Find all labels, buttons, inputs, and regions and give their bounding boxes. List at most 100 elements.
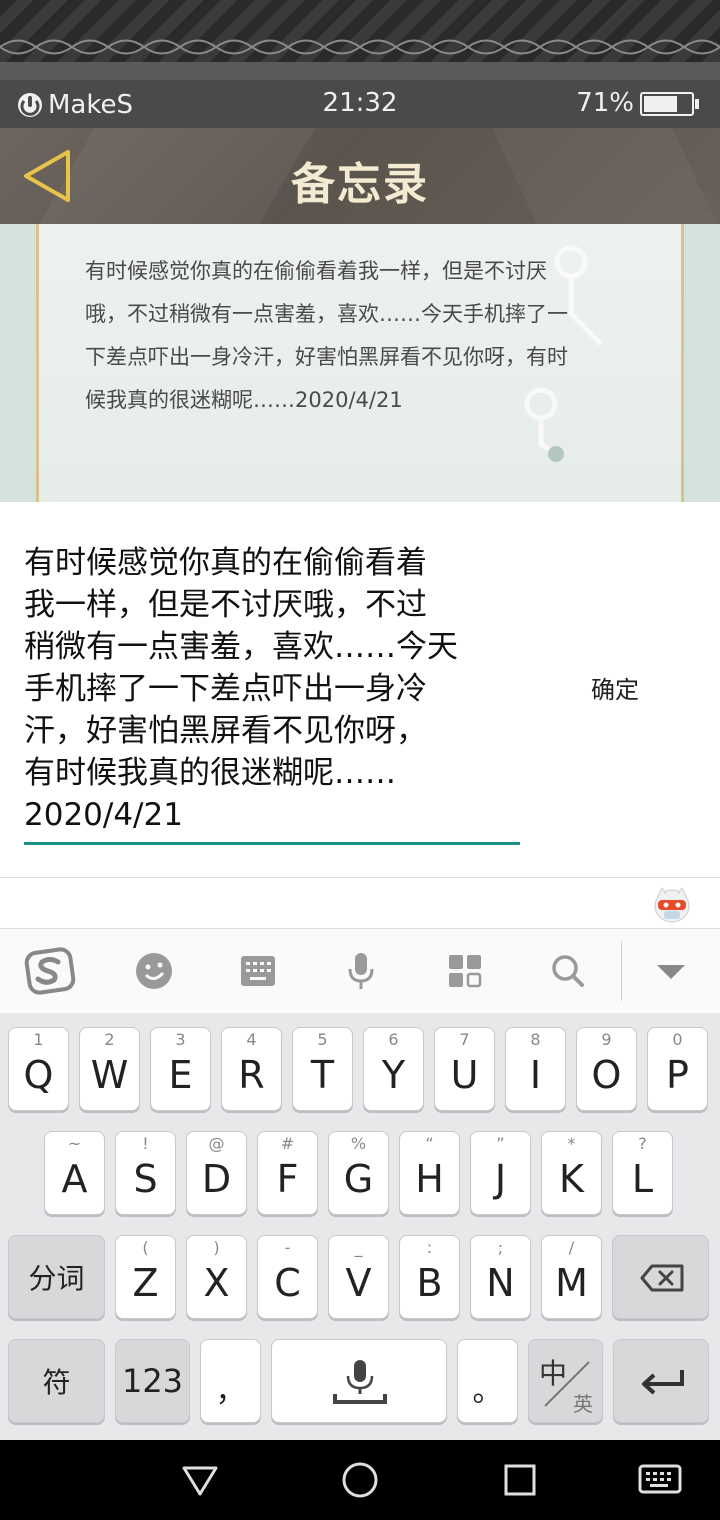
input-line: 汗，好害怕黑屏看不见你呀， bbox=[24, 713, 427, 749]
battery-icon bbox=[640, 92, 699, 116]
key-z[interactable]: ( Z bbox=[115, 1235, 176, 1319]
keyboard-layout-icon[interactable] bbox=[232, 947, 284, 995]
search-icon[interactable] bbox=[542, 947, 594, 995]
keyboard-switch-nav-icon[interactable] bbox=[638, 1458, 682, 1502]
key-label: S bbox=[133, 1157, 158, 1201]
key-label: W bbox=[90, 1053, 129, 1097]
key-v[interactable]: _ V bbox=[328, 1235, 389, 1319]
key-e[interactable]: 3 E bbox=[150, 1027, 211, 1111]
key-sub-label: : bbox=[426, 1238, 433, 1257]
key-label: Q bbox=[23, 1053, 54, 1097]
apps-grid-icon[interactable] bbox=[439, 947, 491, 995]
segment-key[interactable]: 分词 bbox=[8, 1235, 105, 1319]
key-x[interactable]: ) X bbox=[186, 1235, 247, 1319]
lace-pattern bbox=[0, 39, 720, 55]
decorative-strip bbox=[0, 62, 720, 80]
key-sub-label: 6 bbox=[388, 1030, 399, 1049]
key-o[interactable]: 9 O bbox=[576, 1027, 637, 1111]
memo-card: 有时候感觉你真的在偷偷看着我一样，但是不讨厌 哦，不过稍微有一点害羞，喜欢……今… bbox=[36, 224, 684, 502]
memo-line: 哦，不过稍微有一点害羞，喜欢……今天手机摔了一 bbox=[85, 302, 568, 326]
key-label: A bbox=[61, 1157, 88, 1201]
key-label: 。 bbox=[472, 1374, 503, 1409]
comma-key[interactable]: ， bbox=[200, 1339, 261, 1423]
key-sub-label: ) bbox=[213, 1238, 220, 1257]
input-line: 有时候我真的很迷糊呢…… bbox=[24, 755, 396, 791]
key-label: B bbox=[416, 1261, 443, 1305]
key-sub-label: 9 bbox=[601, 1030, 612, 1049]
key-label: K bbox=[559, 1157, 584, 1201]
language-switch-key[interactable]: 中 英 bbox=[528, 1339, 603, 1423]
input-line: 我一样，但是不讨厌哦，不过 bbox=[24, 587, 427, 623]
memo-line: 候我真的很迷糊呢……2020/4/21 bbox=[85, 388, 403, 412]
key-label: P bbox=[666, 1053, 689, 1097]
key-n[interactable]: ; N bbox=[470, 1235, 531, 1319]
key-g[interactable]: % G bbox=[328, 1131, 389, 1215]
home-nav-icon[interactable] bbox=[338, 1458, 382, 1502]
key-label: Z bbox=[132, 1261, 159, 1305]
key-c[interactable]: - C bbox=[257, 1235, 318, 1319]
key-s[interactable]: ! S bbox=[115, 1131, 176, 1215]
key-label: M bbox=[555, 1261, 588, 1305]
key-b[interactable]: : B bbox=[399, 1235, 460, 1319]
symbol-key[interactable]: 符 bbox=[8, 1339, 105, 1423]
memo-content: 有时候感觉你真的在偷偷看着我一样，但是不讨厌 哦，不过稍微有一点害羞，喜欢……今… bbox=[85, 250, 645, 422]
input-line: 2020/4/21 bbox=[24, 797, 183, 833]
key-w[interactable]: 2 W bbox=[79, 1027, 140, 1111]
key-sub-label: 8 bbox=[530, 1030, 541, 1049]
key-label: U bbox=[450, 1053, 479, 1097]
key-m[interactable]: / M bbox=[541, 1235, 602, 1319]
key-sub-label: _ bbox=[354, 1238, 363, 1257]
space-key[interactable] bbox=[271, 1339, 447, 1423]
number-key[interactable]: 123 bbox=[115, 1339, 190, 1423]
memo-text-input[interactable]: 有时候感觉你真的在偷偷看着 我一样，但是不讨厌哦，不过 稍微有一点害羞，喜欢……… bbox=[24, 542, 524, 836]
key-label: F bbox=[276, 1157, 299, 1201]
decorative-banner bbox=[0, 0, 720, 80]
key-label: L bbox=[631, 1157, 654, 1201]
key-f[interactable]: # F bbox=[257, 1131, 318, 1215]
key-r[interactable]: 4 R bbox=[221, 1027, 282, 1111]
key-sub-label: # bbox=[280, 1134, 295, 1153]
app-header: 备忘录 bbox=[0, 128, 720, 224]
key-h[interactable]: “ H bbox=[399, 1131, 460, 1215]
key-t[interactable]: 5 T bbox=[292, 1027, 353, 1111]
key-label: D bbox=[201, 1157, 232, 1201]
sogou-logo-icon[interactable] bbox=[24, 947, 76, 995]
key-label: E bbox=[168, 1053, 193, 1097]
key-label: N bbox=[486, 1261, 515, 1305]
enter-key[interactable] bbox=[613, 1339, 709, 1423]
key-label: 分词 bbox=[28, 1262, 85, 1295]
key-y[interactable]: 6 Y bbox=[363, 1027, 424, 1111]
key-sub-label: 5 bbox=[317, 1030, 328, 1049]
key-label: Y bbox=[381, 1053, 406, 1097]
microphone-icon[interactable] bbox=[335, 947, 387, 995]
key-j[interactable]: ” J bbox=[470, 1131, 531, 1215]
key-sub-label: 0 bbox=[672, 1030, 683, 1049]
key-k[interactable]: * K bbox=[541, 1131, 602, 1215]
key-sub-label: 7 bbox=[459, 1030, 470, 1049]
key-label: H bbox=[415, 1157, 444, 1201]
ime-mascot-icon[interactable] bbox=[652, 884, 692, 924]
key-i[interactable]: 8 I bbox=[505, 1027, 566, 1111]
back-nav-icon[interactable] bbox=[178, 1458, 222, 1502]
key-sub-label: 4 bbox=[246, 1030, 257, 1049]
backspace-key[interactable] bbox=[612, 1235, 709, 1319]
period-key[interactable]: 。 bbox=[457, 1339, 518, 1423]
key-l[interactable]: ? L bbox=[612, 1131, 673, 1215]
toolbar-divider bbox=[621, 941, 622, 1001]
key-sub-label: ” bbox=[496, 1134, 505, 1153]
key-d[interactable]: @ D bbox=[186, 1131, 247, 1215]
key-a[interactable]: ~ A bbox=[44, 1131, 105, 1215]
key-p[interactable]: 0 P bbox=[647, 1027, 708, 1111]
voice-space-icon bbox=[333, 1360, 387, 1404]
ime-keyboard: 1 Q 2 W 3 E 4 R 5 T 6 Y 7 U 8 I 9 O 0 P … bbox=[0, 1013, 720, 1440]
confirm-button[interactable]: 确定 bbox=[570, 670, 660, 710]
key-sub-label: 1 bbox=[33, 1030, 44, 1049]
key-label: T bbox=[310, 1053, 335, 1097]
key-q[interactable]: 1 Q bbox=[8, 1027, 69, 1111]
key-u[interactable]: 7 U bbox=[434, 1027, 495, 1111]
page-title: 备忘录 bbox=[291, 159, 429, 210]
collapse-keyboard-icon[interactable] bbox=[645, 947, 697, 995]
enter-icon bbox=[642, 1370, 684, 1395]
recents-nav-icon[interactable] bbox=[498, 1458, 542, 1502]
emoji-icon[interactable] bbox=[128, 947, 180, 995]
